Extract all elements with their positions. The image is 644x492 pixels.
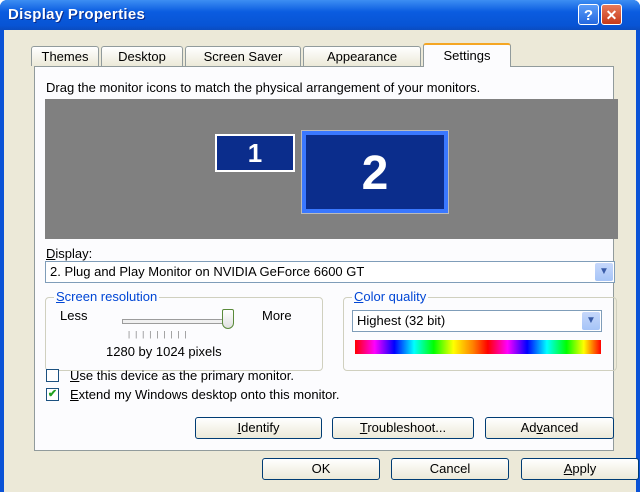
- primary-monitor-checkbox[interactable]: [46, 369, 59, 382]
- color-quality-title: Color quality: [352, 289, 429, 304]
- screen-resolution-group: Screen resolution Less More ||||||||| 12…: [45, 289, 323, 371]
- primary-monitor-label[interactable]: Use this device as the primary monitor.: [70, 368, 294, 383]
- title-bar[interactable]: Display Properties ? ✕: [0, 0, 640, 30]
- tab-settings[interactable]: Settings: [423, 43, 511, 67]
- cancel-button[interactable]: Cancel: [391, 458, 509, 480]
- display-select-value: 2. Plug and Play Monitor on NVIDIA GeFor…: [50, 264, 365, 279]
- troubleshoot-button[interactable]: Troubleshoot...: [332, 417, 474, 439]
- monitor-arrangement-area: 1 2: [45, 99, 618, 239]
- color-quality-select[interactable]: Highest (32 bit) ▼: [352, 310, 602, 332]
- screen-resolution-title: Screen resolution: [54, 289, 160, 304]
- display-label: Display:: [46, 246, 93, 261]
- ok-button[interactable]: OK: [262, 458, 380, 480]
- resolution-more-label: More: [262, 308, 292, 323]
- identify-button[interactable]: Identify: [195, 417, 322, 439]
- extend-desktop-checkbox[interactable]: ✔: [46, 388, 59, 401]
- resolution-slider-track[interactable]: [122, 319, 229, 324]
- advanced-button[interactable]: Advanced: [485, 417, 614, 439]
- window-title: Display Properties: [8, 6, 146, 23]
- chevron-down-icon[interactable]: ▼: [595, 263, 613, 281]
- display-select[interactable]: 2. Plug and Play Monitor on NVIDIA GeFor…: [45, 261, 615, 283]
- tab-screen-saver[interactable]: Screen Saver: [185, 46, 301, 66]
- resolution-less-label: Less: [60, 308, 88, 323]
- monitor-1-icon[interactable]: 1: [215, 134, 295, 172]
- apply-button[interactable]: Apply: [521, 458, 639, 480]
- instruction-text: Drag the monitor icons to match the phys…: [46, 80, 481, 95]
- close-button[interactable]: ✕: [601, 4, 622, 25]
- color-quality-value: Highest (32 bit): [357, 313, 446, 328]
- resolution-ticks: |||||||||: [128, 330, 192, 339]
- resolution-value: 1280 by 1024 pixels: [106, 344, 222, 359]
- chevron-down-icon[interactable]: ▼: [582, 312, 600, 330]
- tab-appearance[interactable]: Appearance: [303, 46, 421, 66]
- tab-themes[interactable]: Themes: [31, 46, 99, 66]
- color-spectrum-bar: [355, 340, 601, 354]
- color-quality-group: Color quality Highest (32 bit) ▼: [343, 289, 617, 371]
- tab-desktop[interactable]: Desktop: [101, 46, 183, 66]
- extend-desktop-label[interactable]: Extend my Windows desktop onto this moni…: [70, 387, 340, 402]
- help-button[interactable]: ?: [578, 4, 599, 25]
- resolution-slider-thumb[interactable]: [222, 309, 234, 329]
- monitor-2-icon[interactable]: 2: [301, 130, 449, 214]
